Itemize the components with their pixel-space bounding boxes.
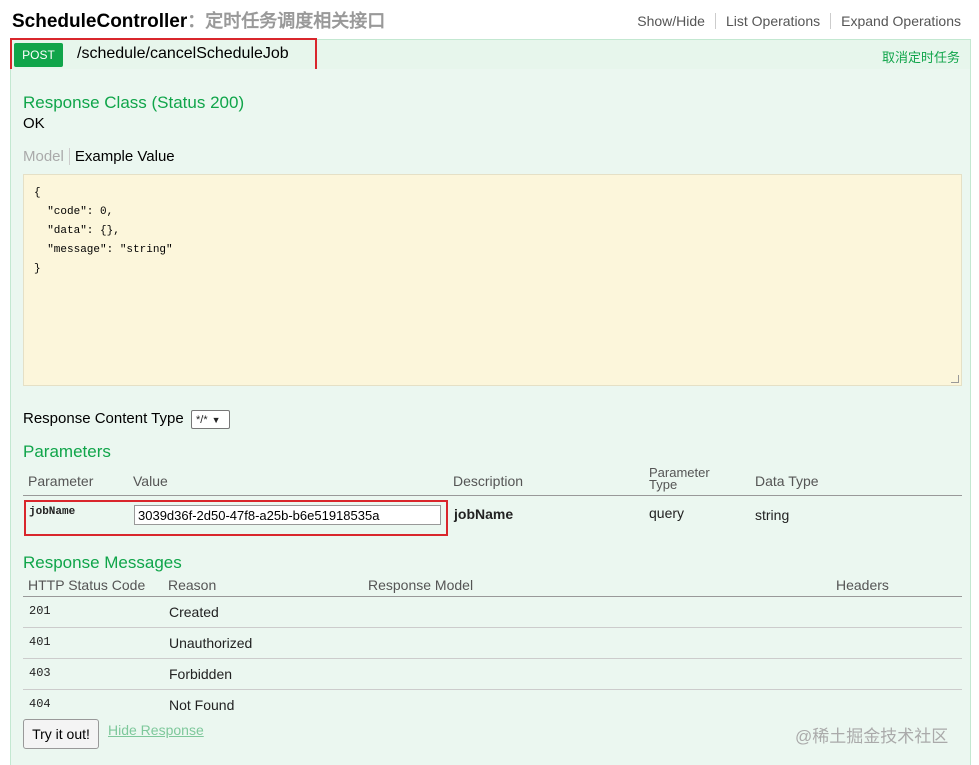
table-row-divider <box>23 627 962 628</box>
resp-reason: Not Found <box>169 697 235 713</box>
resp-code: 201 <box>29 604 51 618</box>
resp-col-model: Response Model <box>368 577 474 593</box>
operation-path[interactable]: /schedule/cancelScheduleJob <box>77 45 289 63</box>
param-col-datatype: Data Type <box>755 473 819 489</box>
param-header-divider <box>23 495 962 496</box>
param-col-value: Value <box>133 473 168 489</box>
controller-name[interactable]: ScheduleController <box>12 11 187 32</box>
table-row-divider <box>23 658 962 659</box>
controller-title[interactable]: ScheduleController：定时任务调度相关接口 <box>12 7 385 33</box>
show-hide-link[interactable]: Show/Hide <box>627 13 716 29</box>
resize-handle-icon[interactable] <box>951 375 959 383</box>
resp-code: 403 <box>29 666 51 680</box>
sample-line: { <box>34 187 41 199</box>
chevron-down-icon: ▼ <box>211 414 221 425</box>
resp-reason: Forbidden <box>169 666 233 682</box>
resp-header-divider <box>23 596 962 597</box>
param-data-type: string <box>755 507 790 523</box>
watermark: @稀土掘金技术社区 <box>795 727 949 746</box>
sample-line: } <box>34 263 41 275</box>
sample-line: "code": 0, <box>34 206 114 218</box>
sample-line: "data": {}, <box>34 225 120 237</box>
content-type-label: Response Content Type <box>23 410 184 427</box>
parameters-heading: Parameters <box>23 442 111 461</box>
param-col-description: Description <box>453 473 524 489</box>
resp-reason: Created <box>169 604 219 620</box>
content-type-value: */* <box>196 413 208 426</box>
model-tabs: Model Example Value <box>23 148 175 165</box>
http-method-badge[interactable]: POST <box>14 43 63 67</box>
operation-summary[interactable]: 取消定时任务 <box>882 47 960 66</box>
resp-col-reason: Reason <box>168 577 217 593</box>
param-col-parameter: Parameter <box>28 473 94 489</box>
resp-col-headers: Headers <box>836 577 889 593</box>
param-col-type: Parameter Type <box>649 465 710 492</box>
operation-heading[interactable]: POST /schedule/cancelScheduleJob 取消定时任务 <box>10 39 971 70</box>
hide-response-link[interactable]: Hide Response <box>108 722 204 738</box>
param-description: jobName <box>454 506 514 522</box>
resp-code: 404 <box>29 697 51 711</box>
list-operations-link[interactable]: List Operations <box>716 13 832 29</box>
response-class-text: OK <box>23 115 45 132</box>
header-links: Show/Hide List Operations Expand Operati… <box>627 13 961 29</box>
expand-operations-link[interactable]: Expand Operations <box>831 13 961 29</box>
response-messages-heading: Response Messages <box>23 553 182 572</box>
controller-header: ScheduleController：定时任务调度相关接口 Show/Hide … <box>0 0 979 40</box>
table-row-divider <box>23 689 962 690</box>
param-type: query <box>649 505 685 521</box>
sample-line: "message": "string" <box>34 244 173 256</box>
tab-model[interactable]: Model <box>23 148 70 165</box>
resp-col-code: HTTP Status Code <box>28 577 146 593</box>
tab-example-value[interactable]: Example Value <box>70 148 175 165</box>
resp-code: 401 <box>29 635 51 649</box>
operation-content: Response Class (Status 200) OK Model Exa… <box>10 69 971 765</box>
response-class-heading: Response Class (Status 200) <box>23 93 245 112</box>
try-it-out-button[interactable]: Try it out! <box>23 719 99 749</box>
content-type-select[interactable]: */* ▼ <box>191 410 230 429</box>
param-name: jobName <box>29 506 76 518</box>
controller-description: ：定时任务调度相关接口 <box>187 11 386 31</box>
example-value-box[interactable]: { "code": 0, "data": {}, "message": "str… <box>23 174 962 386</box>
jobname-input[interactable] <box>134 505 441 525</box>
resp-reason: Unauthorized <box>169 635 253 651</box>
